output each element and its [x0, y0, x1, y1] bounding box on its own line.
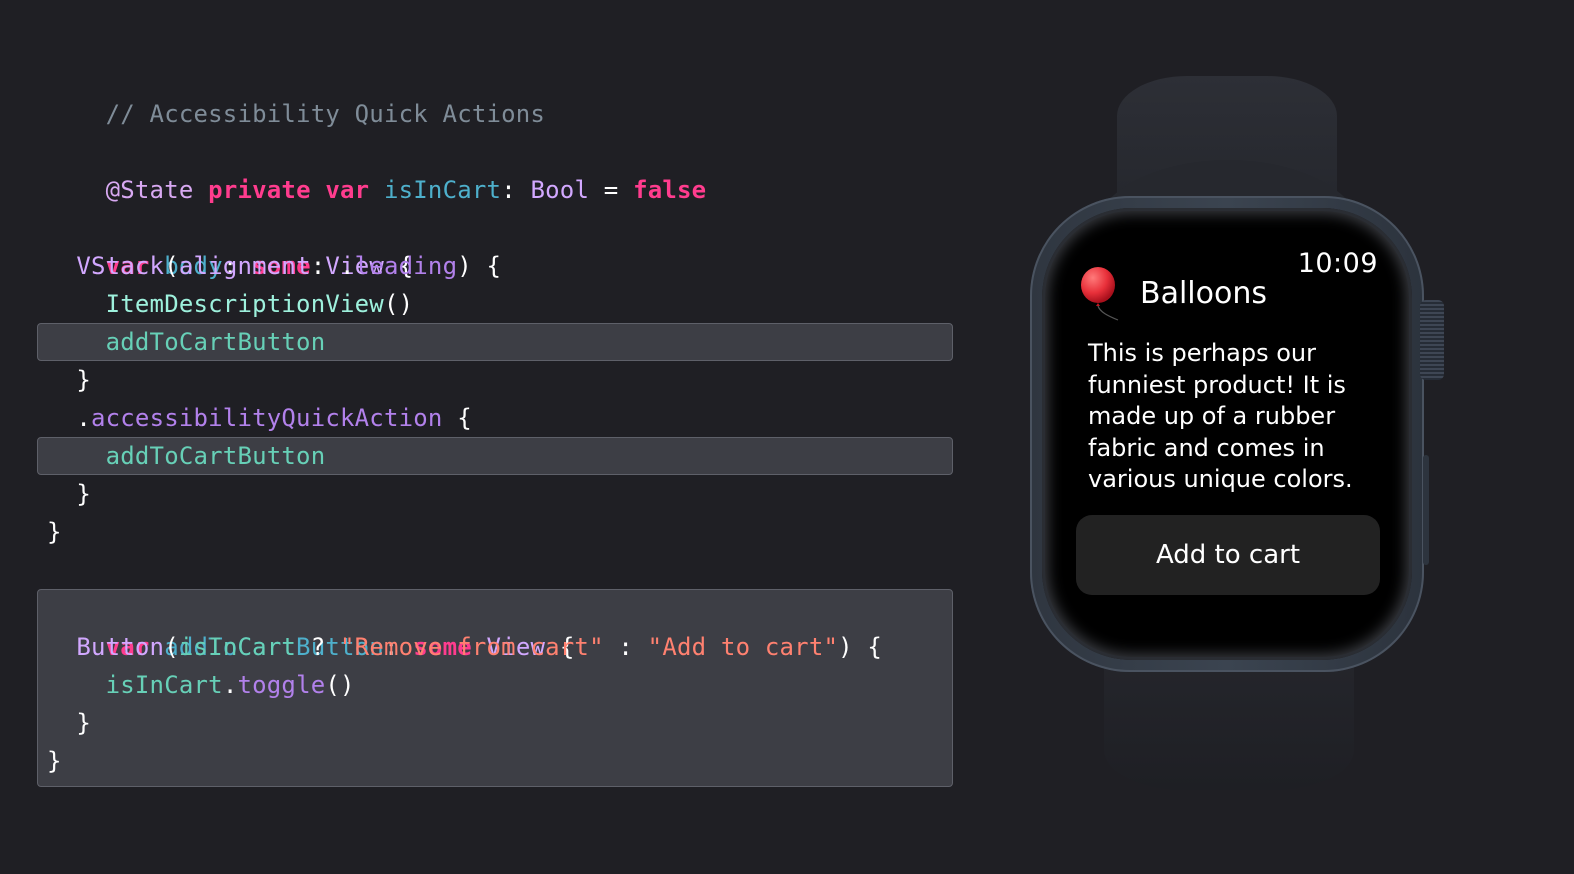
add-to-cart-label: Add to cart	[1155, 540, 1301, 570]
code-line-item-description: ItemDescriptionView()	[47, 285, 413, 323]
punctuation-token: (	[164, 633, 179, 661]
string-token: "Add to cart"	[647, 633, 839, 661]
apple-watch: 10:09 Balloons This is perhaps our funni…	[1020, 60, 1460, 820]
code-comment: // Accessibility Quick Actions	[47, 57, 545, 128]
declaration-token: isInCart	[383, 176, 502, 204]
code-line-toggle: isInCart.toggle()	[47, 666, 355, 704]
comment-text: // Accessibility Quick Actions	[105, 100, 546, 128]
code-line-close: }	[47, 742, 62, 780]
punctuation-token: }	[76, 709, 91, 737]
punctuation-token: }	[47, 747, 62, 775]
code-panel: // Accessibility Quick Actions @State pr…	[0, 0, 980, 874]
operator-token: :	[603, 633, 648, 661]
product-description: This is perhaps our funniest product! It…	[1088, 339, 1353, 493]
member-token: leading	[354, 252, 458, 280]
punctuation-token: ) {	[838, 633, 883, 661]
punctuation-token: :	[501, 176, 516, 204]
code-line-add-to-cart-1: addToCartButton	[47, 323, 326, 361]
identifier-token: addToCartButton	[105, 328, 326, 356]
keyword-token: false	[633, 176, 707, 204]
punctuation-token: ()	[325, 671, 355, 699]
code-line-close: }	[47, 361, 91, 399]
product-title: Balloons	[1140, 276, 1267, 311]
identifier-token: isInCart	[105, 671, 223, 699]
argument-token: alignment	[178, 252, 311, 280]
code-line-body-decl: var body: some View {	[47, 209, 414, 280]
string-token: "Remove from cart"	[340, 633, 604, 661]
operator-token: ?	[296, 633, 341, 661]
punctuation-token: .	[76, 404, 91, 432]
attribute-token: @State	[105, 176, 194, 204]
side-button[interactable]	[1423, 455, 1429, 565]
identifier-token: isInCart	[178, 633, 297, 661]
clock-time: 10:09	[1297, 248, 1378, 279]
keyword-token: var	[325, 176, 370, 204]
code-line-quick-action: .accessibilityQuickAction {	[47, 399, 472, 437]
punctuation-token: }	[76, 480, 91, 508]
digital-crown[interactable]	[1420, 300, 1444, 380]
punctuation-token: }	[47, 518, 62, 546]
type-token: Button	[76, 633, 165, 661]
punctuation-token: ) {	[457, 252, 502, 280]
identifier-token: ItemDescriptionView	[105, 290, 384, 318]
punctuation-token: {	[442, 404, 472, 432]
code-line-vstack: VStack(alignment: .leading) {	[47, 247, 501, 285]
code-line-button-decl: var addToCartButton: some View {	[47, 590, 575, 661]
code-line-close: }	[47, 475, 91, 513]
operator-token: =	[603, 176, 619, 204]
keyword-token: private	[208, 176, 311, 204]
punctuation-token: }	[76, 366, 91, 394]
identifier-token: addToCartButton	[105, 442, 326, 470]
method-token: accessibilityQuickAction	[90, 404, 443, 432]
type-token: VStack	[76, 252, 165, 280]
watch-screen: 10:09 Balloons This is perhaps our funni…	[1064, 230, 1390, 638]
punctuation-token: : .	[310, 252, 355, 280]
code-line-state: @State private var isInCart: Bool = fals…	[47, 133, 707, 204]
punctuation-token: ()	[383, 290, 414, 318]
code-line-close: }	[47, 513, 62, 551]
add-to-cart-button[interactable]: Add to cart	[1076, 515, 1380, 595]
code-line-button: Button(isInCart ? "Remove from cart" : "…	[47, 628, 882, 666]
type-token: Bool	[530, 176, 590, 204]
method-token: toggle	[237, 671, 326, 699]
balloon-icon	[1081, 267, 1119, 321]
code-line-close: }	[47, 704, 91, 742]
punctuation-token: .	[222, 671, 238, 699]
punctuation-token: (	[164, 252, 179, 280]
code-line-add-to-cart-2: addToCartButton	[47, 437, 326, 475]
